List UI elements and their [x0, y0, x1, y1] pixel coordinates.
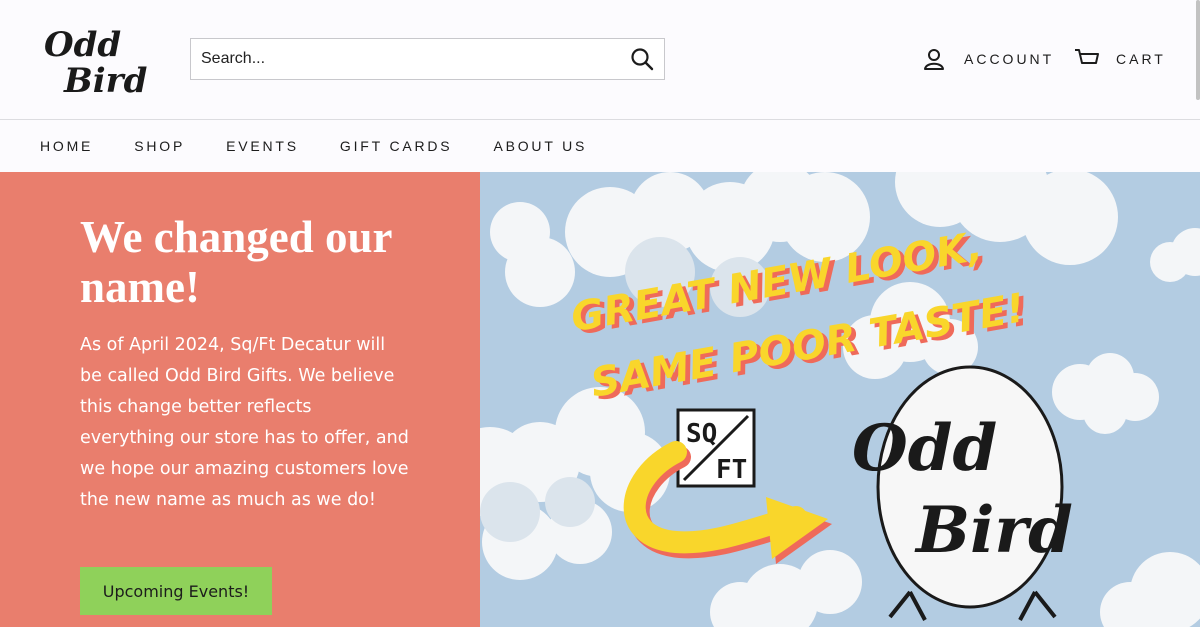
- page-scrollbar[interactable]: [1196, 0, 1200, 100]
- search-input[interactable]: [191, 39, 620, 79]
- main-nav: HOME SHOP EVENTS GIFT CARDS ABOUT US: [0, 120, 1200, 172]
- upcoming-events-button[interactable]: Upcoming Events!: [80, 567, 272, 615]
- hero-banner-image[interactable]: GREAT NEW LOOK, GREAT NEW LOOK, SAME POO…: [480, 172, 1200, 627]
- account-label: ACCOUNT: [964, 51, 1055, 67]
- sqft-line-2: FT: [716, 455, 747, 485]
- nav-item-shop[interactable]: SHOP: [134, 138, 185, 154]
- user-icon: [924, 49, 944, 70]
- sqft-line-1: SQ: [686, 419, 717, 449]
- egg-new-logo: Odd Bird: [852, 365, 1073, 621]
- search-box: [190, 38, 665, 80]
- logo-graphic: Odd Bird: [44, 25, 148, 101]
- hero-title: We changed our name!: [80, 212, 392, 312]
- cart-label: CART: [1116, 51, 1166, 67]
- logo-line-2: Bird: [63, 61, 148, 98]
- cart-link[interactable]: CART: [1074, 46, 1166, 72]
- cloud-shapes: [480, 172, 1200, 627]
- site-header: Odd Bird ACCOUNT CART: [0, 0, 1200, 119]
- new-logo-line-1: Odd: [852, 411, 997, 486]
- nav-item-gift-cards[interactable]: GIFT CARDS: [340, 138, 453, 154]
- search-icon: [631, 48, 654, 71]
- banner-illustration: GREAT NEW LOOK, GREAT NEW LOOK, SAME POO…: [480, 172, 1200, 627]
- account-link[interactable]: ACCOUNT: [922, 46, 1054, 72]
- odd-bird-logo[interactable]: Odd Bird: [40, 22, 162, 101]
- nav-item-events[interactable]: EVENTS: [226, 138, 299, 154]
- logo-line-1: Odd: [44, 25, 121, 65]
- search-button[interactable]: [620, 39, 664, 79]
- sqft-old-logo: SQ FT: [676, 408, 756, 488]
- nav-item-home[interactable]: HOME: [40, 138, 93, 154]
- cart-icon: [1075, 49, 1099, 64]
- hero-body: As of April 2024, Sq/Ft Decatur will be …: [80, 335, 409, 510]
- nav-item-about-us[interactable]: ABOUT US: [493, 138, 587, 154]
- hero-text-panel: We changed our name! As of April 2024, S…: [0, 172, 480, 627]
- new-logo-line-2: Bird: [914, 493, 1073, 568]
